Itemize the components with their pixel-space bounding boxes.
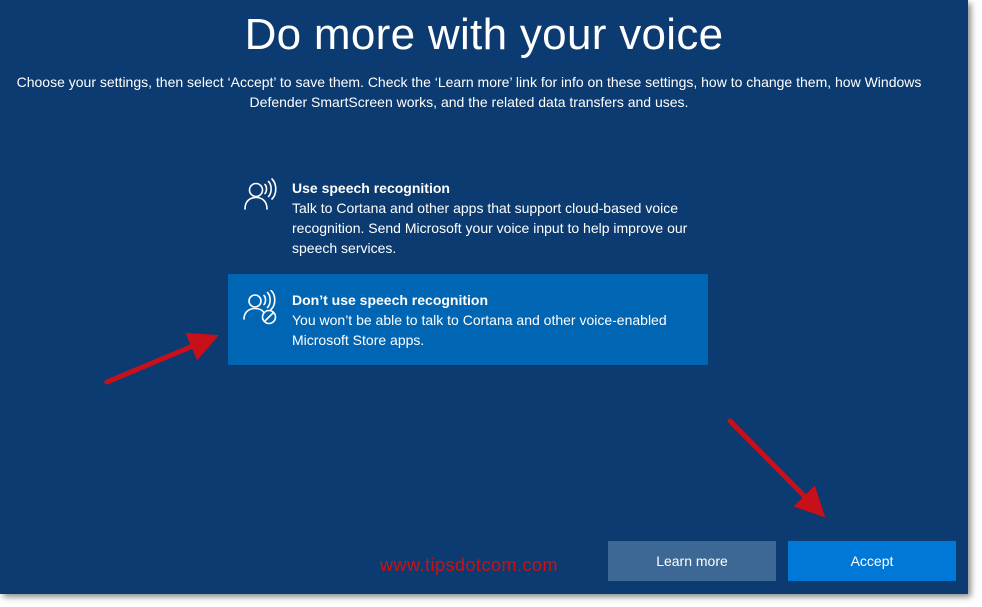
- speech-recognition-icon: [242, 178, 282, 214]
- watermark-text: www.tipsdotcom.com: [380, 555, 559, 575]
- option-use-speech-recognition[interactable]: Use speech recognition Talk to Cortana a…: [228, 172, 708, 268]
- option-title: Don’t use speech recognition: [292, 292, 489, 308]
- no-speech-recognition-icon: [242, 289, 282, 326]
- option-dont-use-speech-recognition[interactable]: Don’t use speech recognition You won’t b…: [228, 274, 708, 365]
- learn-more-button[interactable]: Learn more: [608, 541, 776, 581]
- page-title: Do more with your voice: [244, 10, 724, 59]
- option-title: Use speech recognition: [292, 180, 450, 196]
- accept-button[interactable]: Accept: [788, 541, 956, 581]
- option-description: You won’t be able to talk to Cortana and…: [292, 312, 667, 348]
- option-description: Talk to Cortana and other apps that supp…: [292, 200, 688, 256]
- setup-screen: Do more with your voice Choose your sett…: [0, 0, 968, 594]
- page-subtitle: Choose your settings, then select ‘Accep…: [16, 74, 922, 110]
